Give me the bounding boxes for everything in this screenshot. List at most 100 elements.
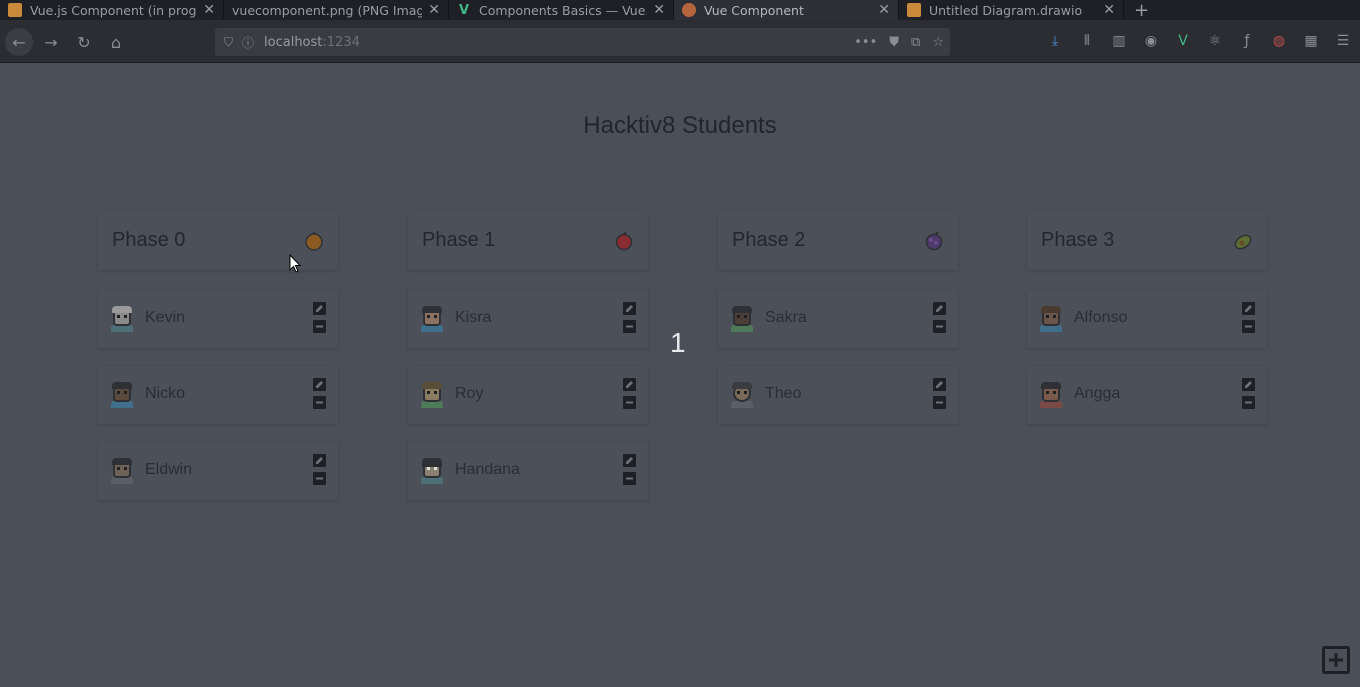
url-port: :1234 [322, 34, 360, 50]
student-card: Sakra [718, 290, 958, 348]
forward-arrow-icon[interactable]: → [38, 29, 64, 55]
student-name: Nicko [145, 385, 186, 402]
back-arrow-icon[interactable]: ← [5, 28, 33, 56]
edit-icon[interactable] [313, 302, 326, 315]
phase-name: Phase 3 [1041, 229, 1115, 251]
student-name: Sakra [765, 309, 807, 326]
drawio-favicon-icon [8, 3, 22, 17]
new-tab-icon[interactable]: + [1124, 0, 1159, 21]
delete-icon[interactable] [313, 396, 326, 409]
delete-icon[interactable] [933, 396, 946, 409]
grapes-icon [924, 231, 944, 251]
tab-title: Untitled Diagram.drawio [929, 2, 1083, 18]
student-avatar [420, 306, 444, 332]
student-card: Kisra [408, 290, 648, 348]
download-icon[interactable]: ⤓ [1046, 32, 1064, 50]
close-tab-icon[interactable]: ✕ [428, 2, 440, 18]
student-name: Angga [1074, 385, 1121, 402]
browser-tab[interactable]: vuecomponent.png (PNG Image) ✕ [224, 0, 449, 20]
tab-title: vuecomponent.png (PNG Image) [232, 2, 423, 18]
toolbar-icons: ⤓ ⫴ ▥ ◉ V ⚛ ƒ ◍ ▦ ☰ [1046, 32, 1352, 50]
edit-icon[interactable] [933, 302, 946, 315]
phase-name: Phase 2 [732, 229, 806, 251]
shield-icon[interactable]: ⛉ [224, 35, 233, 50]
home-icon[interactable]: ⌂ [103, 29, 129, 55]
phase-name: Phase 0 [112, 229, 186, 251]
student-avatar [110, 382, 134, 408]
edit-icon[interactable] [313, 378, 326, 391]
vue-devtools-icon[interactable]: V [1174, 32, 1192, 50]
menu-icon[interactable]: ☰ [1334, 32, 1352, 50]
student-card: Roy [408, 366, 648, 424]
edit-icon[interactable] [1242, 378, 1255, 391]
function-icon[interactable]: ƒ [1238, 32, 1256, 50]
url-text: localhost:1234 [264, 35, 360, 50]
bookmark-star-icon[interactable]: ☆ [932, 35, 944, 50]
url-host: localhost [264, 34, 323, 50]
student-card: Eldwin [98, 442, 338, 500]
browser-tab[interactable]: V Components Basics — Vue.js ✕ [449, 0, 674, 20]
orange-icon [304, 231, 324, 251]
student-avatar [420, 458, 444, 484]
edit-icon[interactable] [1242, 302, 1255, 315]
delete-icon[interactable] [623, 396, 636, 409]
avocado-icon [1233, 231, 1253, 251]
tab-title: Vue Component [704, 2, 804, 18]
more-actions-icon[interactable]: ••• [854, 35, 877, 50]
phase-header: Phase 3 [1027, 212, 1267, 270]
screenshot-icon[interactable]: ⧉ [911, 35, 920, 50]
phase-header: Phase 2 [718, 212, 958, 270]
student-name: Kisra [455, 309, 492, 326]
student-avatar [110, 306, 134, 332]
reload-icon[interactable]: ↻ [71, 29, 97, 55]
browser-tab[interactable]: Vue.js Component (in progress) ✕ [0, 0, 224, 20]
info-icon[interactable]: ⓘ [242, 34, 254, 51]
counter-value: 1 [670, 327, 686, 358]
student-avatar [730, 306, 754, 332]
delete-icon[interactable] [623, 320, 636, 333]
close-tab-icon[interactable]: ✕ [1103, 2, 1115, 18]
page-title: Hacktiv8 Students [583, 112, 777, 139]
edit-icon[interactable] [313, 454, 326, 467]
vue-favicon-icon: V [458, 2, 470, 18]
vue-component-favicon-icon [682, 3, 696, 17]
student-card: Theo [718, 366, 958, 424]
tab-title: Vue.js Component (in progress) [30, 2, 197, 18]
address-bar-actions: ••• ⛊ ⧉ ☆ [854, 28, 944, 56]
delete-icon[interactable] [313, 320, 326, 333]
close-tab-icon[interactable]: ✕ [878, 2, 890, 18]
delete-icon[interactable] [313, 472, 326, 485]
student-avatar [1039, 306, 1063, 332]
tab-strip: Vue.js Component (in progress) ✕ vuecomp… [0, 0, 1360, 21]
pocket-icon[interactable]: ⛊ [889, 35, 899, 50]
extension-icon[interactable]: ◍ [1270, 32, 1288, 50]
delete-icon[interactable] [1242, 396, 1255, 409]
react-devtools-icon[interactable]: ⚛ [1206, 32, 1224, 50]
student-name: Roy [455, 385, 484, 402]
edit-icon[interactable] [623, 454, 636, 467]
close-tab-icon[interactable]: ✕ [653, 2, 665, 18]
library-icon[interactable]: ⫴ [1078, 32, 1096, 50]
close-tab-icon[interactable]: ✕ [203, 2, 215, 18]
student-card: Kevin [98, 290, 338, 348]
browser-tab[interactable]: Untitled Diagram.drawio ✕ [899, 0, 1124, 20]
student-avatar [730, 382, 754, 408]
sidebar-icon[interactable]: ▥ [1110, 32, 1128, 50]
address-bar[interactable]: ⛉ ⓘ localhost:1234 ••• ⛊ ⧉ ☆ [215, 28, 950, 56]
extensions-puzzle-icon[interactable]: ▦ [1302, 32, 1320, 50]
delete-icon[interactable] [623, 472, 636, 485]
delete-icon[interactable] [1242, 320, 1255, 333]
account-icon[interactable]: ◉ [1142, 32, 1160, 50]
edit-icon[interactable] [623, 378, 636, 391]
student-card: Handana [408, 442, 648, 500]
delete-icon[interactable] [933, 320, 946, 333]
student-card: Angga [1027, 366, 1267, 424]
student-name: Eldwin [145, 461, 193, 478]
browser-tab-active[interactable]: Vue Component ✕ [674, 0, 899, 20]
student-avatar [1039, 382, 1063, 408]
edit-icon[interactable] [623, 302, 636, 315]
edit-icon[interactable] [933, 378, 946, 391]
phase-header: Phase 0 [98, 212, 338, 270]
add-student-icon[interactable] [1322, 646, 1350, 674]
student-name: Handana [455, 461, 520, 478]
